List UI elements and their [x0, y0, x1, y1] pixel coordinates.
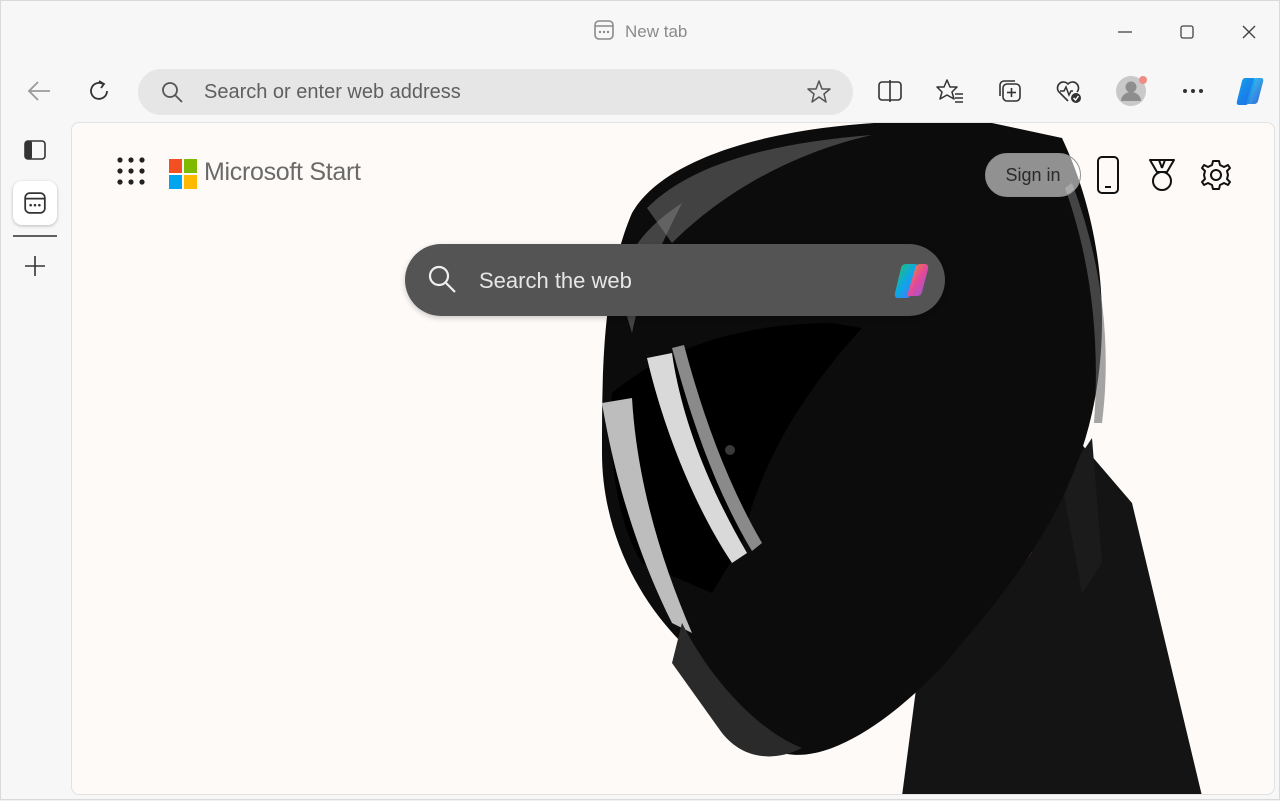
browser-toolbar: Search or enter web address	[1, 61, 1280, 123]
copilot-search-button[interactable]	[889, 258, 933, 307]
split-screen-icon	[878, 80, 902, 102]
more-icon	[1183, 89, 1203, 93]
new-tab-button[interactable]	[13, 244, 57, 288]
vertical-tabs-sidebar	[1, 123, 69, 801]
browser-window: New tab Search or enter web address Micr…	[0, 0, 1280, 800]
close-icon	[1242, 25, 1256, 39]
rewards-button[interactable]	[1142, 153, 1182, 197]
address-bar[interactable]: Search or enter web address	[138, 69, 853, 115]
more-button[interactable]	[1173, 71, 1213, 111]
sign-in-button[interactable]: Sign in	[985, 153, 1081, 197]
minimize-icon	[1118, 31, 1132, 33]
app-launcher-button[interactable]	[114, 154, 148, 188]
settings-gear-icon	[1201, 160, 1231, 190]
refresh-icon	[90, 80, 108, 100]
tab-actions-icon	[24, 140, 46, 160]
mobile-app-button[interactable]	[1088, 153, 1128, 197]
rewards-medal-icon	[1149, 159, 1175, 191]
vertical-tab-new-tab[interactable]	[13, 181, 57, 225]
settings-button[interactable]	[1196, 153, 1236, 197]
copilot-icon	[894, 264, 929, 298]
back-button[interactable]	[19, 71, 59, 111]
copilot-button[interactable]	[1230, 71, 1270, 111]
browser-essentials-button[interactable]	[1049, 71, 1089, 111]
add-favorite-button[interactable]	[806, 79, 832, 110]
close-button[interactable]	[1226, 15, 1272, 49]
mobile-phone-icon	[1097, 156, 1119, 194]
maximize-button[interactable]	[1164, 15, 1210, 49]
collections-button[interactable]	[990, 71, 1030, 111]
star-icon	[807, 80, 831, 103]
favorites-button[interactable]	[930, 71, 970, 111]
copilot-icon	[1236, 78, 1264, 105]
active-tab[interactable]: New tab	[593, 19, 687, 45]
maximize-icon	[1180, 25, 1194, 39]
brand-name: Microsoft Start	[204, 158, 361, 186]
collections-icon	[999, 80, 1021, 102]
web-search-box[interactable]: Search the web	[405, 244, 945, 316]
microsoft-logo	[169, 159, 197, 189]
back-arrow-icon	[27, 81, 50, 101]
title-bar: New tab	[1, 1, 1280, 61]
minimize-button[interactable]	[1102, 15, 1148, 49]
tab-title-label: New tab	[625, 22, 688, 41]
app-launcher-icon	[117, 157, 145, 185]
refresh-button[interactable]	[79, 71, 119, 111]
new-tab-page: Microsoft Start Sign in Search the web	[71, 122, 1275, 795]
plus-icon	[25, 256, 45, 276]
favorites-icon	[936, 79, 963, 103]
search-icon	[427, 264, 457, 299]
sidebar-divider	[13, 235, 57, 237]
new-tab-icon	[593, 19, 615, 46]
background-image-helmet	[602, 123, 1202, 794]
new-tab-icon	[24, 192, 46, 214]
search-icon	[160, 80, 184, 109]
address-placeholder: Search or enter web address	[204, 81, 461, 103]
profile-avatar[interactable]	[1111, 71, 1151, 111]
tab-actions-button[interactable]	[13, 128, 57, 172]
web-search-placeholder: Search the web	[479, 268, 632, 293]
browser-essentials-icon	[1056, 81, 1081, 103]
profile-avatar-icon	[1116, 76, 1147, 106]
split-screen-button[interactable]	[870, 71, 910, 111]
